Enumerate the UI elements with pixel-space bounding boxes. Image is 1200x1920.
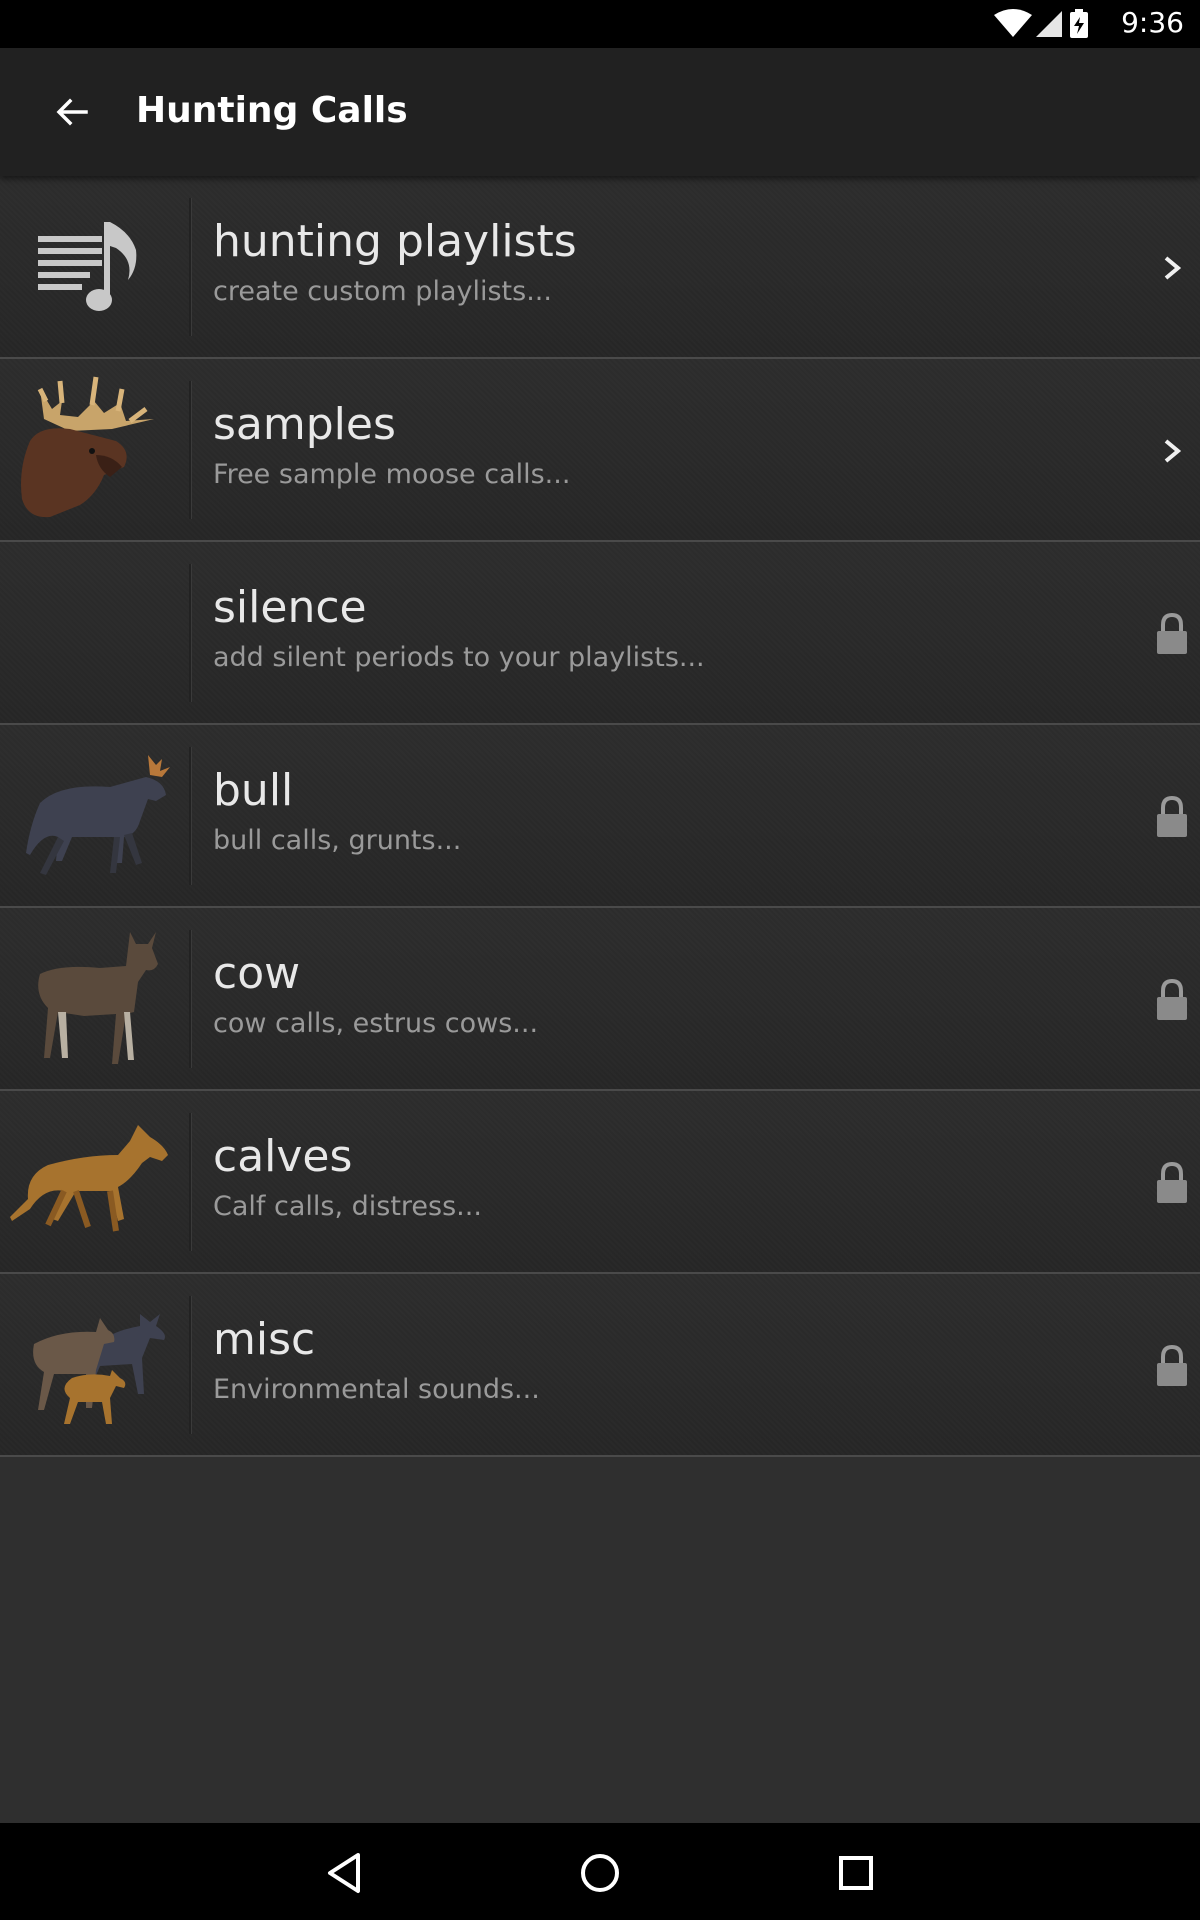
list-item-hunting-playlists[interactable]: hunting playlists create custom playlist…	[0, 176, 1200, 359]
list-item-title: hunting playlists	[213, 216, 577, 267]
moose-family-image	[33, 1314, 165, 1424]
list-item-calves[interactable]: calves Calf calls, distress...	[0, 1091, 1200, 1274]
chevron-right-icon	[1164, 439, 1182, 463]
status-bar: 9:36	[0, 0, 1200, 48]
list-item-subtitle: create custom playlists...	[213, 276, 552, 307]
nav-home-button[interactable]	[572, 1845, 628, 1901]
lock-icon	[1157, 612, 1187, 654]
list-item-title: samples	[213, 399, 396, 450]
thumbnail-divider	[189, 747, 191, 885]
thumbnail-divider	[189, 1296, 191, 1434]
list-item-subtitle: add silent periods to your playlists...	[213, 642, 705, 673]
thumbnail-divider	[189, 381, 191, 519]
thumbnail-divider	[189, 930, 191, 1068]
list-item-cow[interactable]: cow cow calls, estrus cows...	[0, 908, 1200, 1091]
list-item-title: silence	[213, 582, 367, 633]
thumbnail-divider	[189, 1113, 191, 1251]
clock: 9:36	[1121, 6, 1184, 39]
list-item-thumbnail	[0, 908, 188, 1089]
chevron-right-icon	[1164, 256, 1182, 280]
playlist-icon	[38, 222, 137, 311]
list-item-thumbnail	[0, 1274, 188, 1455]
list-item-title: calves	[213, 1131, 353, 1182]
lock-icon	[1157, 1161, 1187, 1203]
bull-moose-image	[26, 755, 170, 875]
page-title: Hunting Calls	[136, 90, 408, 131]
category-list: hunting playlists create custom playlist…	[0, 176, 1200, 1457]
list-item-silence[interactable]: silence add silent periods to your playl…	[0, 542, 1200, 725]
list-item-title: cow	[213, 948, 301, 999]
back-triangle-icon	[328, 1853, 360, 1893]
lock-icon	[1157, 1344, 1187, 1386]
thumbnail-divider	[189, 564, 191, 702]
list-item-subtitle: Environmental sounds...	[213, 1374, 540, 1405]
recents-square-icon	[839, 1856, 873, 1890]
list-item-subtitle: cow calls, estrus cows...	[213, 1008, 539, 1039]
cell-signal-icon	[1036, 11, 1062, 37]
list-item-subtitle: Calf calls, distress...	[213, 1191, 482, 1222]
list-item-thumbnail	[0, 1091, 188, 1272]
list-item-thumbnail	[0, 542, 188, 723]
lock-icon	[1157, 978, 1187, 1020]
home-circle-icon	[581, 1854, 619, 1892]
list-item-title: bull	[213, 765, 294, 816]
list-item-thumbnail	[0, 176, 188, 357]
thumbnail-divider	[189, 198, 191, 336]
wifi-icon	[994, 9, 1032, 37]
list-item-misc[interactable]: misc Environmental sounds...	[0, 1274, 1200, 1457]
status-icons	[994, 9, 1088, 38]
battery-charging-icon	[1070, 9, 1088, 38]
list-item-samples[interactable]: samples Free sample moose calls...	[0, 359, 1200, 542]
nav-back-button[interactable]	[318, 1845, 374, 1901]
back-button[interactable]	[44, 90, 100, 134]
calf-moose-image	[10, 1125, 168, 1232]
lock-icon	[1157, 795, 1187, 837]
list-item-thumbnail	[0, 725, 188, 906]
list-item-bull[interactable]: bull bull calls, grunts...	[0, 725, 1200, 908]
list-item-thumbnail	[0, 359, 188, 540]
arrow-back-icon	[56, 98, 88, 126]
list-item-subtitle: bull calls, grunts...	[213, 825, 462, 856]
cow-moose-image	[38, 932, 159, 1064]
moose-head-image	[21, 376, 154, 518]
app-bar: Hunting Calls	[0, 48, 1200, 176]
list-item-title: misc	[213, 1314, 316, 1365]
system-nav-bar	[0, 1823, 1200, 1920]
list-item-subtitle: Free sample moose calls...	[213, 459, 571, 490]
nav-recents-button[interactable]	[828, 1845, 884, 1901]
